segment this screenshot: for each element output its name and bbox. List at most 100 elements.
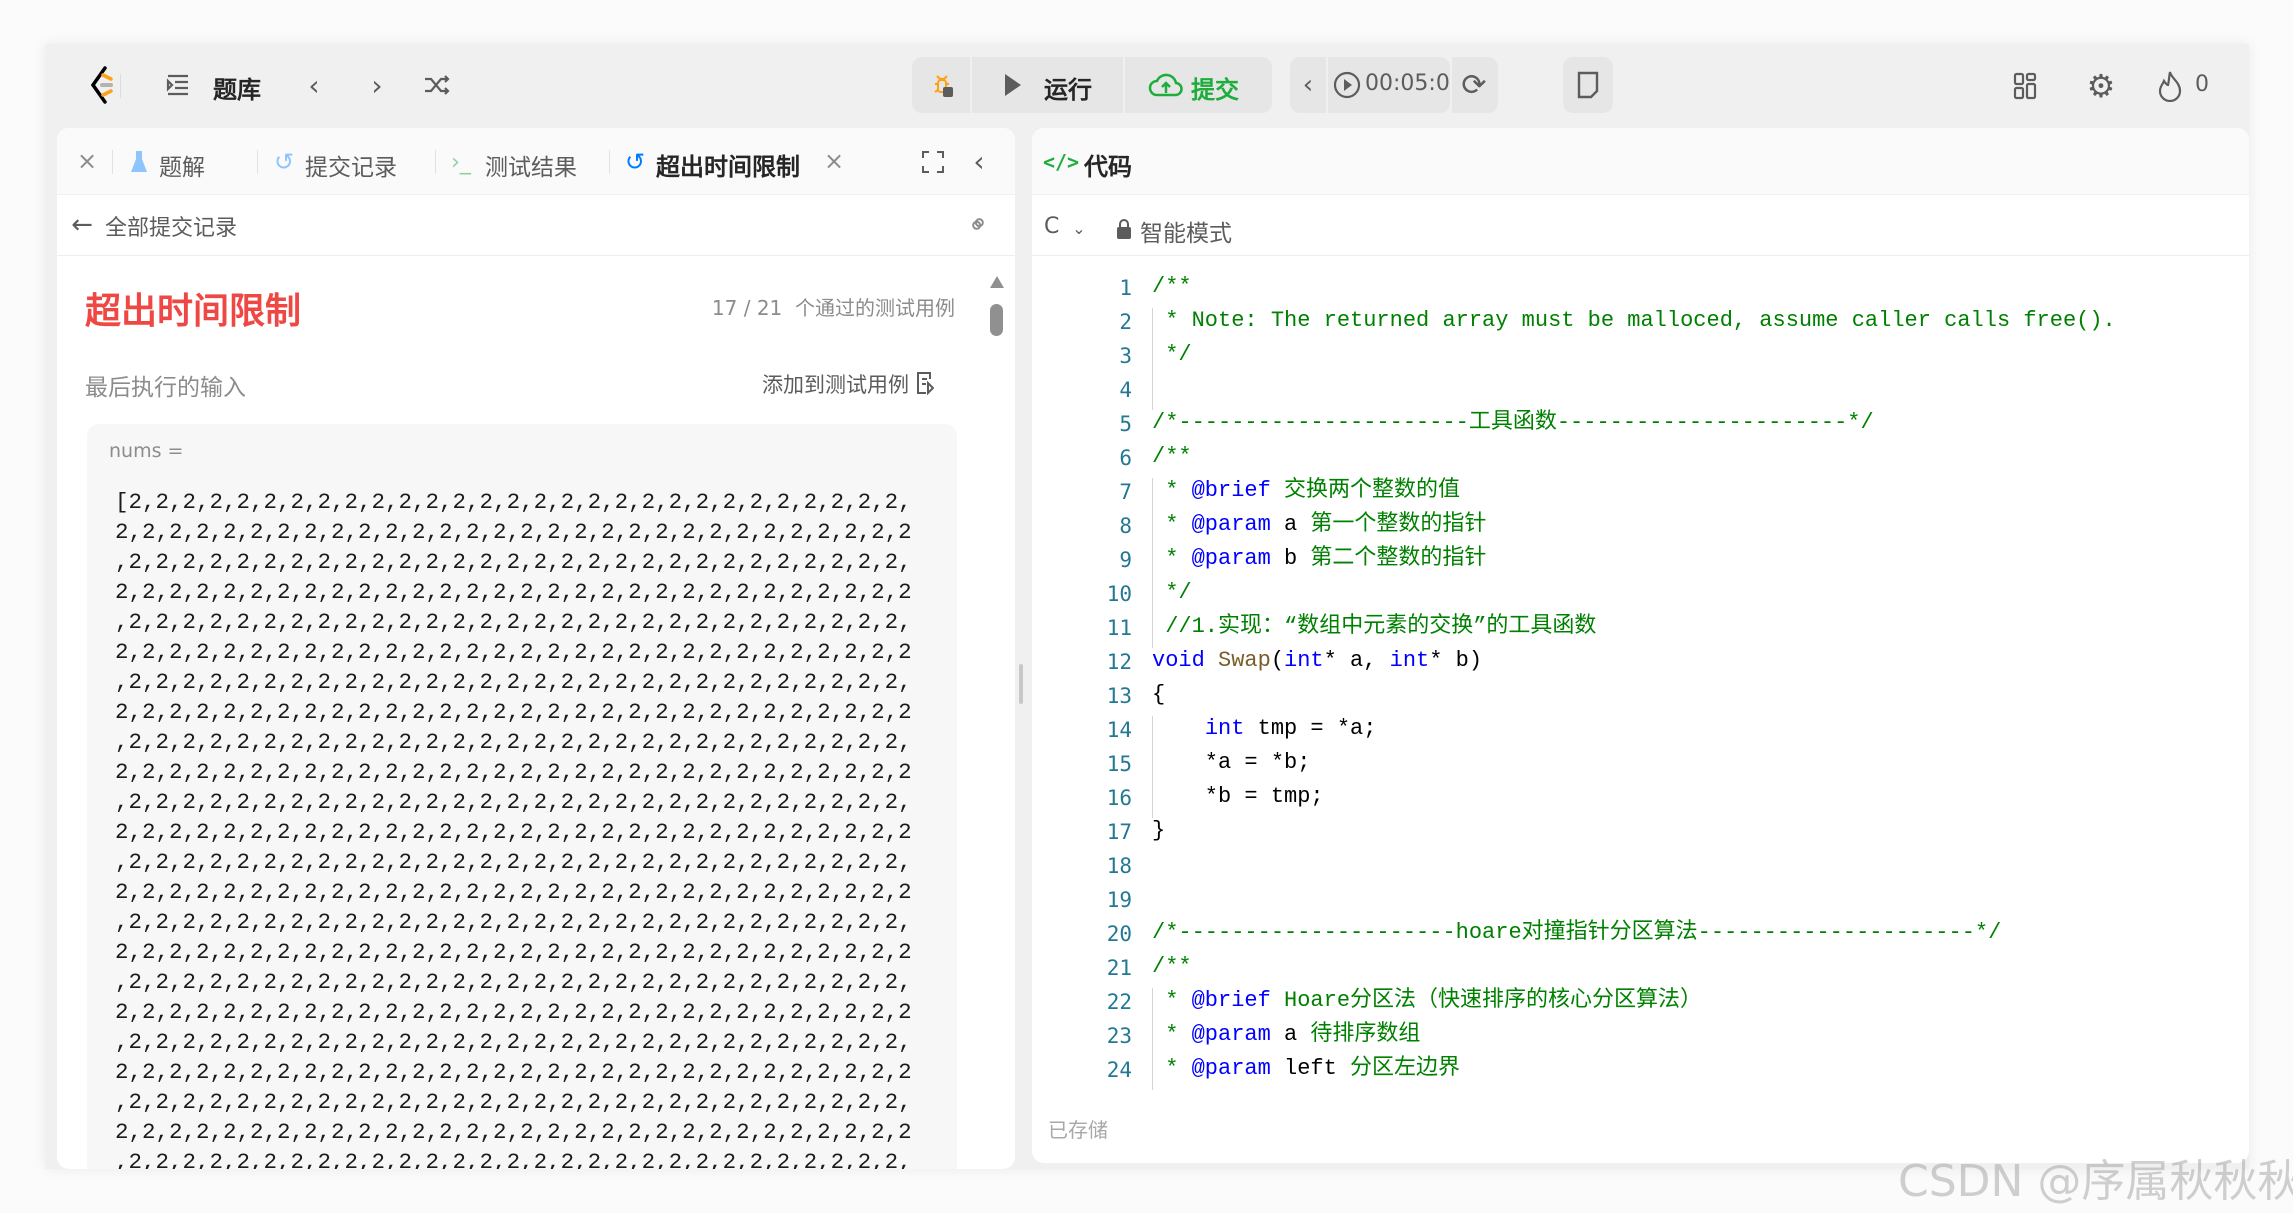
- input-value-line: ,2,2,2,2,2,2,2,2,2,2,2,2,2,2,2,2,2,2,2,2…: [115, 907, 912, 937]
- code-line[interactable]: * @param a 待排序数组: [1152, 1018, 1420, 1052]
- close-tab-icon[interactable]: ×: [822, 148, 846, 174]
- tab-label: 提交记录: [305, 148, 397, 182]
- code-token-plain: a: [1271, 512, 1297, 537]
- language-select[interactable]: C ⌄: [1044, 212, 1094, 244]
- input-value-line: ,2,2,2,2,2,2,2,2,2,2,2,2,2,2,2,2,2,2,2,2…: [115, 727, 912, 757]
- code-icon: </>: [1044, 148, 1078, 176]
- code-line[interactable]: * @param b 第二个整数的指针: [1152, 542, 1486, 576]
- collapse-panel-icon[interactable]: ‹: [967, 146, 991, 176]
- timer-group: ‹ 00:05:02: [1290, 57, 1450, 113]
- divider: [120, 74, 121, 98]
- tab-solutions[interactable]: 题解: [127, 128, 237, 195]
- submit-button[interactable]: 提交: [1125, 57, 1272, 113]
- settings-gear-icon[interactable]: ⚙: [2085, 70, 2117, 102]
- code-token-comment: /**: [1152, 274, 1192, 299]
- code-token-plain: {: [1152, 682, 1165, 707]
- run-label: 运行: [1044, 70, 1092, 105]
- code-line[interactable]: * @brief Hoare分区法（快速排序的核心分区算法）: [1152, 984, 1702, 1018]
- code-tab-title[interactable]: 代码: [1084, 147, 1132, 182]
- input-value-line: ,2,2,2,2,2,2,2,2,2,2,2,2,2,2,2,2,2,2,2,2…: [115, 1087, 912, 1117]
- add-to-testcase-button[interactable]: 添加到测试用例: [762, 368, 962, 398]
- code-line[interactable]: void Swap(int* a, int* b): [1152, 644, 1482, 678]
- input-value-line: 2,2,2,2,2,2,2,2,2,2,2,2,2,2,2,2,2,2,2,2,…: [115, 517, 912, 547]
- code-token-tag: @param: [1192, 1056, 1271, 1081]
- code-line[interactable]: /*----------------------工具函数------------…: [1152, 406, 1874, 440]
- code-line[interactable]: * @param a 第一个整数的指针: [1152, 508, 1486, 542]
- code-token-plain: *b = tmp;: [1152, 784, 1324, 809]
- code-token-comment: * Note: The returned array must be mallo…: [1152, 308, 2116, 333]
- scroll-up-arrow[interactable]: [990, 276, 1004, 288]
- list-icon[interactable]: [165, 72, 191, 98]
- layout-icon[interactable]: [2010, 71, 2040, 101]
- leetcode-logo-icon[interactable]: [85, 64, 119, 106]
- line-number: 11: [1072, 616, 1132, 640]
- code-line[interactable]: */: [1152, 576, 1192, 610]
- fullscreen-icon[interactable]: [919, 148, 947, 176]
- tab-submissions[interactable]: ↺ 提交记录: [271, 128, 421, 195]
- code-token-comment: /*---------------------hoare对撞指针分区算法----…: [1152, 920, 2001, 945]
- close-tab-icon[interactable]: ×: [75, 148, 99, 174]
- code-token-comment: 待排序数组: [1297, 1022, 1420, 1047]
- code-line[interactable]: /**: [1152, 950, 1192, 984]
- timer-display: 00:05:02: [1365, 71, 1464, 96]
- tab-test-results[interactable]: ›_ 测试结果: [447, 128, 597, 195]
- code-token-plain: left: [1271, 1056, 1337, 1081]
- collapse-timer-icon[interactable]: ‹: [1290, 57, 1326, 113]
- history-icon: ↺: [622, 148, 648, 176]
- input-value-line: 2,2,2,2,2,2,2,2,2,2,2,2,2,2,2,2,2,2,2,2,…: [115, 1057, 912, 1087]
- link-icon[interactable]: ⚭: [955, 201, 1003, 249]
- code-line[interactable]: *a = *b;: [1152, 746, 1310, 780]
- prev-problem-icon[interactable]: ‹: [300, 70, 328, 100]
- all-submissions-link[interactable]: 全部提交记录: [105, 210, 237, 242]
- tab-time-limit-exceeded[interactable]: ↺ 超出时间限制 ×: [622, 128, 882, 195]
- input-value-line: 2,2,2,2,2,2,2,2,2,2,2,2,2,2,2,2,2,2,2,2,…: [115, 697, 912, 727]
- code-editor[interactable]: 1/**2 * Note: The returned array must be…: [1032, 270, 2249, 1090]
- code-token-comment: /*----------------------工具函数------------…: [1152, 410, 1874, 435]
- code-token-comment: Hoare分区法（快速排序的核心分区算法）: [1271, 988, 1702, 1013]
- line-number: 1: [1072, 276, 1132, 300]
- code-line[interactable]: * Note: The returned array must be mallo…: [1152, 304, 2116, 338]
- notes-button[interactable]: [1563, 57, 1613, 113]
- divider: [1032, 255, 2249, 256]
- code-line[interactable]: /*---------------------hoare对撞指针分区算法----…: [1152, 916, 2001, 950]
- code-line[interactable]: int tmp = *a;: [1152, 712, 1376, 746]
- code-line[interactable]: }: [1152, 814, 1165, 848]
- shuffle-icon[interactable]: [421, 70, 453, 100]
- reset-timer-button[interactable]: ⟳: [1450, 57, 1498, 113]
- code-line[interactable]: /**: [1152, 270, 1192, 304]
- input-value-line: 2,2,2,2,2,2,2,2,2,2,2,2,2,2,2,2,2,2,2,2,…: [115, 997, 912, 1027]
- scrollbar[interactable]: [987, 268, 1005, 1158]
- debug-locked-icon[interactable]: [922, 67, 962, 103]
- panel-resize-handle[interactable]: [1019, 664, 1023, 704]
- smart-mode-label[interactable]: 智能模式: [1140, 214, 1232, 248]
- code-token-comment: 交换两个整数的值: [1271, 478, 1460, 503]
- lock-icon: [1114, 216, 1134, 242]
- scrollbar-thumb[interactable]: [990, 304, 1003, 336]
- code-token-comment: *: [1152, 512, 1192, 537]
- input-value-line: 2,2,2,2,2,2,2,2,2,2,2,2,2,2,2,2,2,2,2,2,…: [115, 1117, 912, 1147]
- code-line[interactable]: //1.实现：“数组中元素的交换”的工具函数: [1152, 610, 1596, 644]
- code-token-comment: //1.实现：“数组中元素的交换”的工具函数: [1152, 614, 1596, 639]
- code-line[interactable]: * @brief 交换两个整数的值: [1152, 474, 1460, 508]
- fire-streak-icon[interactable]: [2155, 68, 2185, 104]
- code-line[interactable]: *b = tmp;: [1152, 780, 1324, 814]
- next-problem-icon[interactable]: ›: [363, 70, 391, 100]
- line-number: 8: [1072, 514, 1132, 538]
- problem-bank-link[interactable]: 题库: [213, 70, 261, 105]
- code-tab-bar: </> 代码: [1032, 128, 2249, 195]
- timer-play-icon[interactable]: [1332, 70, 1362, 100]
- code-line[interactable]: {: [1152, 678, 1165, 712]
- code-token-kw: int: [1284, 648, 1324, 673]
- code-line[interactable]: * @param left 分区左边界: [1152, 1052, 1460, 1086]
- code-token-comment: 第二个整数的指针: [1297, 546, 1486, 571]
- code-token-comment: *: [1152, 546, 1192, 571]
- history-icon: ↺: [271, 148, 297, 176]
- run-button[interactable]: 运行: [972, 57, 1122, 113]
- cloud-upload-icon: [1147, 70, 1185, 100]
- code-line[interactable]: /**: [1152, 440, 1192, 474]
- code-line[interactable]: */: [1152, 338, 1192, 372]
- tab-label: 题解: [159, 148, 205, 182]
- back-arrow-icon[interactable]: ←: [67, 210, 97, 240]
- line-number: 7: [1072, 480, 1132, 504]
- line-number: 23: [1072, 1024, 1132, 1048]
